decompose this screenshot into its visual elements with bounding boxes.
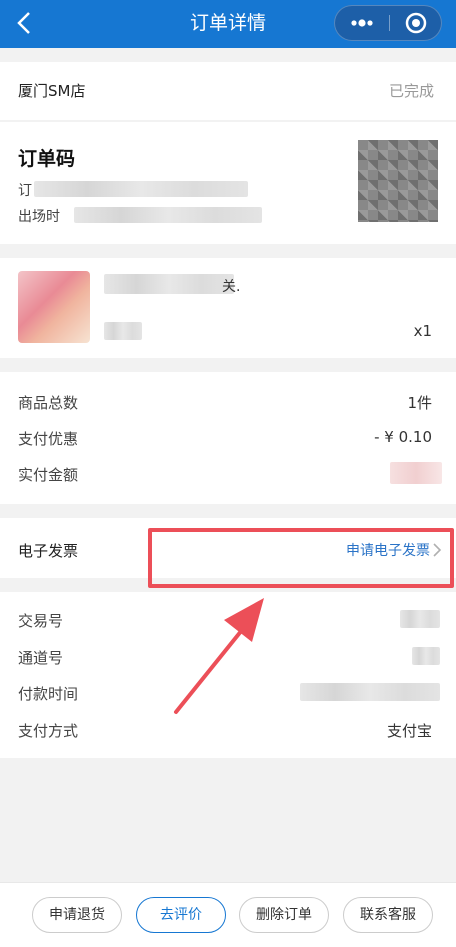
summary-row: 商品总数 1件 xyxy=(18,392,432,416)
transaction-row: 支付方式 支付宝 xyxy=(18,720,432,744)
summary-key: 商品总数 xyxy=(18,394,79,412)
summary-row: 支付优惠 - ¥ 0.10 xyxy=(18,428,432,452)
order-number-redacted xyxy=(34,181,248,197)
store-card: 厦门SM店 已完成 xyxy=(0,62,456,120)
review-button[interactable]: 去评价 xyxy=(136,897,226,933)
payment-time-redacted xyxy=(300,683,440,701)
order-qr-code[interactable] xyxy=(358,140,438,222)
payment-summary-card: 商品总数 1件 支付优惠 - ¥ 0.10 实付金额 xyxy=(0,372,456,504)
transaction-key: 交易号 xyxy=(18,612,64,630)
mini-program-close-icon[interactable] xyxy=(390,6,442,40)
delete-order-button[interactable]: 删除订单 xyxy=(239,897,329,933)
highlight-annotation-box xyxy=(148,528,454,588)
summary-key: 实付金额 xyxy=(18,466,79,484)
top-navigation-bar: 订单详情 xyxy=(0,0,456,48)
request-return-button[interactable]: 申请退货 xyxy=(32,897,122,933)
annotation-arrow xyxy=(160,590,280,720)
transaction-key: 付款时间 xyxy=(18,685,79,703)
trade-number-redacted xyxy=(400,610,440,628)
order-status: 已完成 xyxy=(388,82,434,100)
paid-amount-redacted xyxy=(390,462,442,484)
payment-method-value: 支付宝 xyxy=(386,722,432,740)
summary-value: - ¥ 0.10 xyxy=(374,428,432,446)
product-quantity: x1 xyxy=(413,322,432,340)
summary-value: 1件 xyxy=(407,394,432,412)
order-number-label: 订 xyxy=(18,183,32,199)
transaction-key: 支付方式 xyxy=(18,722,79,740)
summary-row: 实付金额 xyxy=(18,462,442,488)
summary-key: 支付优惠 xyxy=(18,430,79,448)
product-card[interactable]: 关. x1 xyxy=(0,258,456,358)
contact-service-button[interactable]: 联系客服 xyxy=(343,897,433,933)
store-name: 厦门SM店 xyxy=(18,82,86,100)
exit-time-redacted xyxy=(74,207,262,223)
exit-time-label: 出场时 xyxy=(18,209,60,225)
order-code-title: 订单码 xyxy=(18,148,76,170)
product-thumbnail xyxy=(18,271,90,343)
mini-program-capsule xyxy=(334,5,442,41)
e-invoice-label: 电子发票 xyxy=(18,542,79,560)
channel-number-redacted xyxy=(412,647,440,665)
product-name-redacted xyxy=(104,274,234,294)
more-dots-icon[interactable] xyxy=(335,6,389,40)
product-spec-redacted xyxy=(104,322,142,340)
product-name-suffix: 关. xyxy=(222,279,241,295)
bottom-action-bar: 申请退货 去评价 删除订单 联系客服 xyxy=(0,882,456,947)
transaction-key: 通道号 xyxy=(18,649,64,667)
order-code-card: 订单码 订 出场时 xyxy=(0,122,456,244)
